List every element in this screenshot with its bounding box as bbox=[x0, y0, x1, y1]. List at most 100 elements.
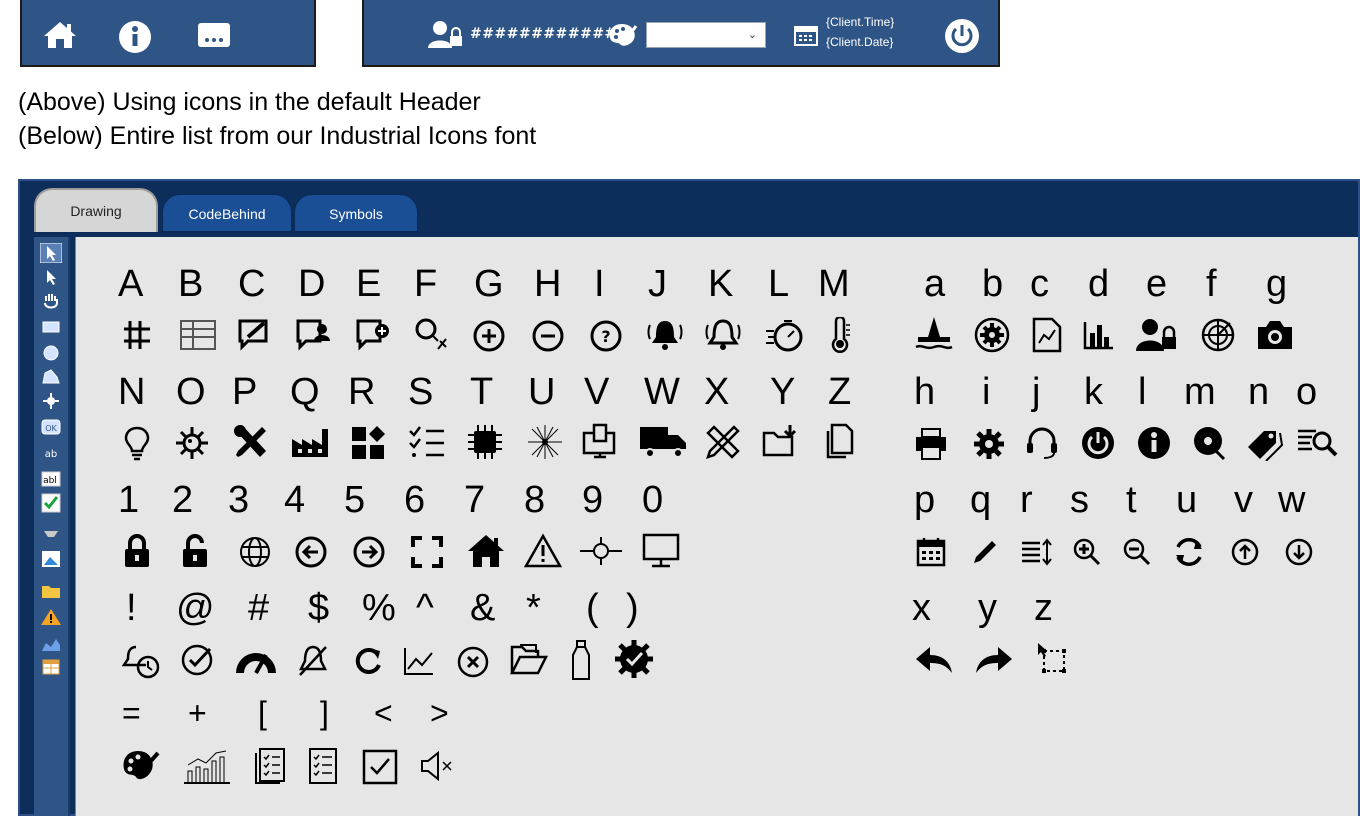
glyph-label: B bbox=[178, 263, 204, 305]
glyph-label: ! bbox=[126, 587, 137, 629]
theme-select[interactable]: ⌄ bbox=[646, 22, 766, 48]
printer-icon bbox=[916, 428, 946, 460]
glyph-label: i bbox=[982, 371, 991, 413]
glyph-label: 0 bbox=[642, 479, 664, 521]
polygon-icon[interactable] bbox=[40, 367, 62, 387]
checkbox-icon bbox=[362, 749, 398, 785]
ellipse-icon[interactable] bbox=[40, 343, 62, 363]
glyph-label: R bbox=[348, 371, 376, 413]
glyph-label: S bbox=[408, 371, 434, 413]
folder-icon[interactable] bbox=[40, 581, 62, 601]
gear-icon bbox=[974, 429, 1004, 459]
pencil-icon bbox=[974, 541, 996, 563]
symbol-icon[interactable] bbox=[40, 523, 62, 543]
glyph-label: W bbox=[644, 371, 680, 413]
folder-download-icon bbox=[762, 425, 797, 457]
drawing-canvas[interactable]: A B C D E F G H I J K L M N O P Q R S T U V W X Y Z 1 2 3 4 5 6 7 8 9 0! @ # $… bbox=[75, 237, 1358, 816]
lightbulb-icon bbox=[124, 426, 150, 461]
glyph-label: J bbox=[648, 263, 667, 305]
home-icon[interactable] bbox=[42, 20, 78, 50]
glyph-label: 4 bbox=[284, 479, 306, 521]
info-icon[interactable] bbox=[118, 20, 152, 54]
palette-icon[interactable] bbox=[608, 22, 638, 48]
glyph-label: b bbox=[982, 263, 1004, 305]
calendar-icon bbox=[916, 538, 946, 567]
power-icon[interactable] bbox=[944, 18, 980, 54]
checkbox-tool-icon[interactable] bbox=[40, 493, 62, 513]
alarm-on-icon bbox=[647, 321, 683, 350]
arrow-up-circle-icon bbox=[1231, 538, 1259, 566]
chevron-down-icon: ⌄ bbox=[747, 28, 757, 41]
tab-drawing[interactable]: Drawing bbox=[34, 188, 158, 232]
glyph-label: o bbox=[1296, 371, 1318, 413]
glyph-label: t bbox=[1126, 479, 1137, 521]
report-icon bbox=[255, 748, 285, 784]
glyph-label: 6 bbox=[404, 479, 426, 521]
table-tool-icon[interactable] bbox=[40, 657, 62, 677]
client-time: {Client.Time} bbox=[826, 15, 895, 29]
glyph-label: & bbox=[470, 587, 496, 629]
user-comment-icon bbox=[296, 319, 330, 351]
glyph-label: U bbox=[528, 371, 556, 413]
glyph-label: ^ bbox=[416, 587, 434, 629]
user-lock-icon bbox=[1136, 319, 1176, 351]
truck-icon bbox=[640, 427, 686, 458]
alarm-clock-icon bbox=[122, 645, 160, 679]
redo-icon bbox=[976, 647, 1012, 673]
more-icon[interactable] bbox=[197, 22, 231, 48]
bottle-icon bbox=[572, 640, 590, 680]
glyph-label: ] bbox=[320, 695, 329, 731]
glyph-label: x bbox=[912, 587, 931, 629]
network-icon bbox=[528, 425, 562, 459]
glyph-label: w bbox=[1278, 479, 1306, 521]
hand-icon[interactable] bbox=[40, 291, 62, 311]
glyph-label: N bbox=[118, 371, 146, 413]
arrow-down-circle-icon bbox=[1285, 538, 1313, 566]
svg-text:OK: OK bbox=[45, 424, 57, 433]
glyph-label: F bbox=[414, 263, 438, 305]
tab-codebehind[interactable]: CodeBehind bbox=[162, 194, 292, 232]
ruler-pencil-icon bbox=[706, 425, 740, 459]
glyph-label: [ bbox=[258, 695, 267, 731]
svg-text:abl: abl bbox=[43, 476, 57, 486]
user-lock-icon[interactable] bbox=[428, 20, 464, 48]
question-circle-icon: ? bbox=[590, 320, 622, 352]
list-icon bbox=[309, 748, 337, 784]
glyph-label: 3 bbox=[228, 479, 250, 521]
text-icon[interactable]: ab bbox=[40, 443, 62, 463]
glyph-label: @ bbox=[176, 587, 215, 629]
gauge-icon bbox=[236, 653, 276, 674]
header-bar-right: ############ ⌄ {Client.Time} {Client.Dat… bbox=[362, 0, 1000, 67]
glyph-label: 8 bbox=[524, 479, 546, 521]
drawing-toolbar: OK ab abl bbox=[34, 237, 70, 816]
pointer-icon[interactable] bbox=[40, 243, 62, 263]
glyph-label: ) bbox=[626, 587, 639, 629]
warning-icon bbox=[524, 533, 562, 568]
glyph-label: m bbox=[1184, 371, 1216, 413]
glyph-label: h bbox=[914, 371, 936, 413]
glyph-label: M bbox=[818, 263, 850, 305]
chart-tool-icon[interactable] bbox=[40, 633, 62, 653]
glyph-label: L bbox=[768, 263, 790, 305]
arrow-left-circle-icon bbox=[295, 536, 327, 568]
glyph-label: C bbox=[238, 263, 266, 305]
glyph-label: r bbox=[1020, 479, 1033, 521]
tab-symbols[interactable]: Symbols bbox=[294, 194, 418, 232]
satellite-icon bbox=[580, 537, 622, 565]
textbox-icon[interactable]: abl bbox=[40, 469, 62, 489]
tools-icon bbox=[234, 425, 266, 457]
caption-above: (Above) Using icons in the default Heade… bbox=[18, 88, 481, 116]
image-icon[interactable] bbox=[40, 549, 62, 569]
select-icon[interactable] bbox=[40, 267, 62, 287]
svg-text:ab: ab bbox=[45, 449, 57, 460]
glyph-label: X bbox=[704, 371, 730, 413]
connector-icon[interactable] bbox=[40, 391, 62, 411]
warning-tool-icon[interactable] bbox=[40, 607, 62, 627]
computer-icon bbox=[582, 423, 616, 459]
gear-circle-icon bbox=[974, 317, 1010, 353]
rectangle-icon[interactable] bbox=[40, 317, 62, 337]
globe-icon bbox=[240, 537, 270, 567]
glyph-label: k bbox=[1084, 371, 1103, 413]
ok-button-icon[interactable]: OK bbox=[40, 417, 62, 437]
gear-check-icon bbox=[615, 640, 653, 678]
